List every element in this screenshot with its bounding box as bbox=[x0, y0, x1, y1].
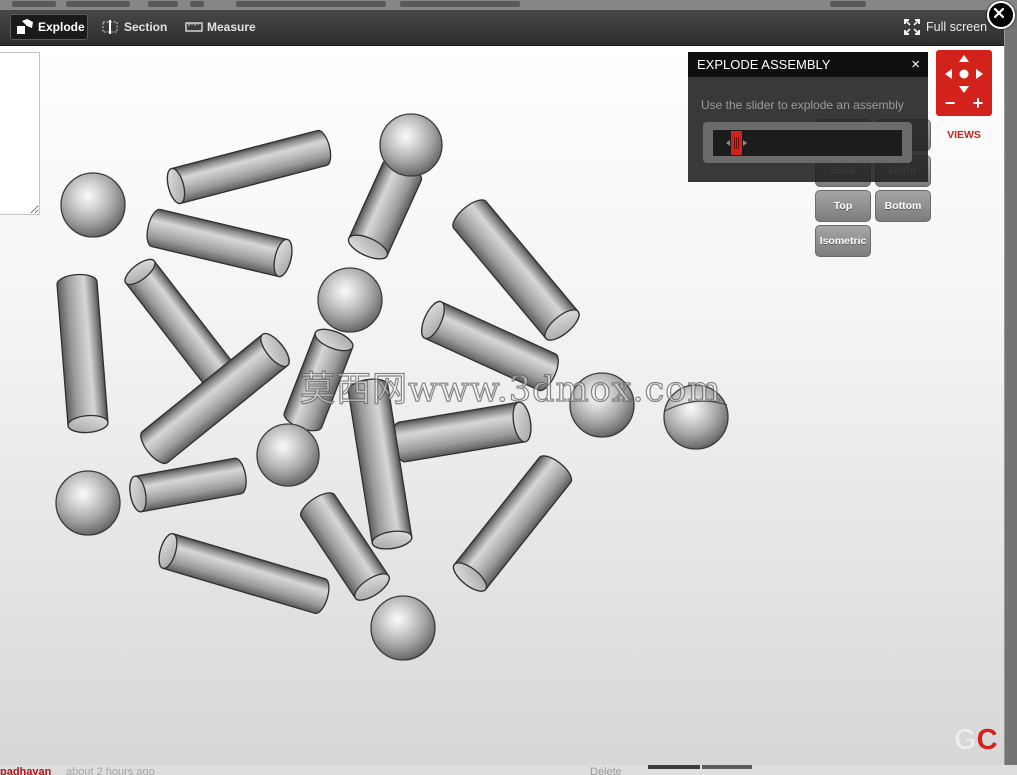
explode-icon bbox=[17, 19, 33, 34]
close-panel-button[interactable]: × bbox=[911, 52, 920, 77]
pan-right-arrow-icon[interactable] bbox=[976, 69, 983, 79]
close-viewer-button[interactable] bbox=[987, 1, 1015, 29]
grip-line bbox=[734, 137, 735, 149]
slider-track[interactable] bbox=[713, 130, 902, 156]
slider-handle[interactable] bbox=[726, 131, 747, 155]
grip-line bbox=[738, 137, 739, 149]
background-button-fragment bbox=[702, 765, 752, 769]
background-page-fragment bbox=[148, 1, 178, 7]
zoom-in-button[interactable]: + bbox=[970, 94, 986, 112]
explode-label: Explode bbox=[38, 20, 85, 34]
comment-textarea[interactable] bbox=[0, 52, 40, 215]
grip-line bbox=[736, 137, 737, 149]
background-page-fragment bbox=[66, 1, 130, 7]
view-top-button[interactable]: Top bbox=[815, 190, 871, 222]
background-page-fragment bbox=[830, 1, 866, 7]
fullscreen-icon bbox=[904, 19, 920, 35]
center-view-icon[interactable] bbox=[959, 69, 969, 79]
pan-left-arrow-icon[interactable] bbox=[945, 69, 952, 79]
logo-letter-g: G bbox=[954, 724, 977, 756]
viewer-toolbar: Explode Section Measure Full screen bbox=[0, 10, 1004, 46]
logo-letter-c: C bbox=[976, 724, 998, 756]
section-label: Section bbox=[124, 20, 168, 34]
pan-up-arrow-icon[interactable] bbox=[959, 55, 969, 62]
zoom-out-button[interactable]: − bbox=[942, 94, 958, 112]
fullscreen-button[interactable]: Full screen bbox=[900, 14, 990, 40]
background-button-fragment bbox=[648, 765, 700, 769]
view-navigation-widget: − + bbox=[936, 50, 992, 116]
background-page-fragment bbox=[12, 1, 56, 7]
slider-right-arrow-icon bbox=[743, 140, 747, 146]
close-icon bbox=[994, 8, 1004, 18]
comment-timestamp: about 2 hours ago bbox=[66, 766, 155, 775]
view-bottom-button[interactable]: Bottom bbox=[875, 190, 931, 222]
fullscreen-label: Full screen bbox=[926, 20, 988, 34]
delete-link[interactable]: Delete bbox=[590, 766, 622, 775]
comment-author-link[interactable]: padhavan bbox=[0, 766, 51, 775]
section-icon bbox=[102, 20, 118, 34]
panel-header: EXPLODE ASSEMBLY × bbox=[688, 52, 928, 77]
explode-button[interactable]: Explode bbox=[10, 14, 88, 40]
background-page-fragment bbox=[190, 1, 204, 7]
slider-left-arrow-icon bbox=[726, 140, 730, 146]
measure-label: Measure bbox=[207, 20, 256, 34]
panel-hint: Use the slider to explode an assembly bbox=[701, 98, 904, 112]
background-page-bottom: padhavan about 2 hours ago Delete bbox=[0, 765, 1017, 775]
explode-slider[interactable] bbox=[703, 122, 912, 163]
view-isometric-button[interactable]: Isometric bbox=[815, 225, 871, 257]
panel-title: EXPLODE ASSEMBLY bbox=[697, 57, 831, 72]
background-page-top bbox=[0, 0, 1017, 10]
ruler-icon bbox=[185, 22, 203, 32]
background-page-fragment bbox=[236, 1, 386, 7]
explode-assembly-panel: EXPLODE ASSEMBLY × Use the slider to exp… bbox=[688, 52, 928, 182]
background-page-fragment bbox=[400, 1, 520, 7]
pan-down-arrow-icon[interactable] bbox=[959, 86, 969, 93]
measure-button[interactable]: Measure bbox=[182, 14, 260, 40]
grabcad-logo: GC bbox=[954, 724, 998, 757]
section-button[interactable]: Section bbox=[98, 14, 170, 40]
views-label[interactable]: VIEWS bbox=[938, 122, 990, 148]
watermark: 莫西网www.3dmox.com bbox=[299, 369, 722, 410]
viewer-frame-edge bbox=[1004, 10, 1005, 765]
